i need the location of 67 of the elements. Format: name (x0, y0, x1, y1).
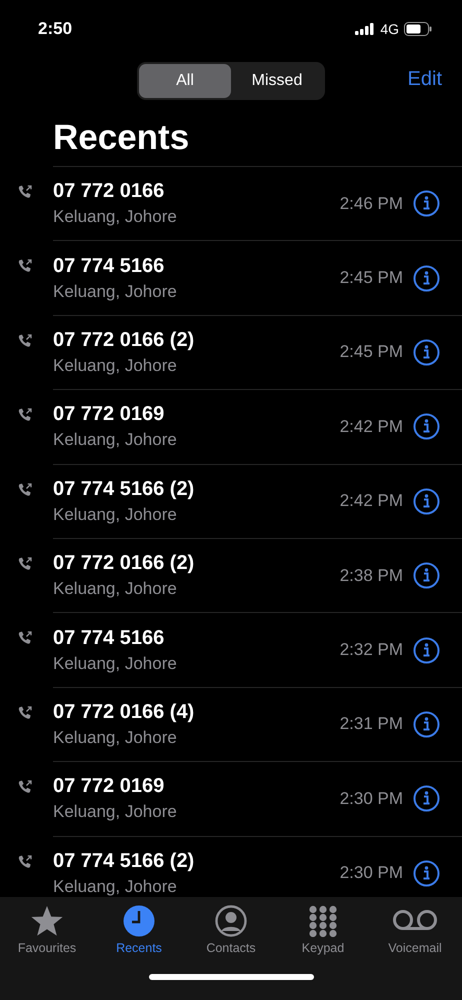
call-time: 2:30 PM (340, 863, 403, 884)
page-title: Recents (53, 117, 190, 159)
filter-tab[interactable]: Missed (231, 64, 323, 98)
clock-icon (123, 905, 155, 937)
call-time: 2:30 PM (340, 788, 403, 809)
star-icon (30, 905, 64, 937)
call-location: Keluang, Johore (53, 356, 178, 376)
tab-bar-item[interactable]: Recents (94, 905, 184, 955)
outgoing-call-icon (17, 630, 33, 646)
call-location: Keluang, Johore (53, 654, 178, 674)
edit-button[interactable]: Edit (406, 66, 444, 93)
tab-bar-item[interactable]: Voicemail (370, 905, 460, 955)
call-time: 2:31 PM (340, 714, 403, 734)
contact-icon (215, 905, 247, 937)
phone-number: 07 772 0169 (53, 775, 166, 798)
phone-number: 07 772 0166 (2) (53, 552, 196, 576)
call-time: 2:46 PM (340, 194, 403, 214)
phone-number: 07 772 0166 (2) (53, 328, 196, 352)
tab-bar-item[interactable]: Favourites (2, 905, 92, 955)
outgoing-call-icon (17, 854, 33, 870)
info-icon[interactable] (413, 562, 440, 590)
call-time: 2:45 PM (340, 342, 403, 362)
phone-number: 07 772 0166 (4) (53, 700, 196, 724)
outgoing-call-icon (17, 556, 33, 572)
call-location: Keluang, Johore (53, 802, 178, 822)
phone-number: 07 772 0169 (53, 403, 166, 426)
call-time: 2:42 PM (340, 491, 403, 512)
info-icon[interactable] (413, 190, 440, 218)
call-time: 2:45 PM (340, 268, 403, 288)
phone-number: 07 774 5166 (53, 626, 166, 650)
outgoing-call-icon (17, 407, 33, 424)
call-time: 2:42 PM (340, 416, 403, 437)
battery-icon (404, 22, 432, 36)
outgoing-call-icon (17, 332, 33, 349)
call-location: Keluang, Johore (53, 728, 178, 748)
info-icon[interactable] (413, 413, 440, 440)
info-icon[interactable] (413, 488, 440, 515)
filter-tab[interactable]: All (139, 64, 231, 98)
call-location: Keluang, Johore (53, 504, 178, 525)
outgoing-call-icon (17, 184, 33, 200)
info-icon[interactable] (413, 785, 440, 812)
call-location: Keluang, Johore (53, 430, 178, 450)
outgoing-call-icon (17, 704, 33, 721)
outgoing-call-icon (17, 779, 33, 796)
info-icon[interactable] (413, 264, 440, 292)
call-location: Keluang, Johore (53, 207, 178, 228)
phone-number: 07 774 5166 (2) (53, 478, 196, 501)
info-icon[interactable] (413, 338, 440, 366)
call-location: Keluang, Johore (53, 579, 178, 600)
tab-bar-item[interactable]: Contacts (186, 905, 276, 955)
call-location: Keluang, Johore (53, 876, 178, 897)
status-time: 2:50 (38, 19, 72, 39)
tab-bar-item[interactable]: Keypad (278, 905, 368, 955)
info-icon[interactable] (413, 860, 440, 887)
phone-number: 07 774 5166 (2) (53, 850, 196, 873)
info-icon[interactable] (413, 710, 440, 738)
call-location: Keluang, Johore (53, 282, 178, 302)
outgoing-call-icon (17, 482, 33, 498)
keypad-icon (307, 905, 339, 937)
call-time: 2:38 PM (340, 566, 403, 586)
signal-icon (355, 23, 376, 35)
outgoing-call-icon (17, 258, 33, 274)
phone-number: 07 772 0166 (53, 180, 166, 204)
phone-number: 07 774 5166 (53, 254, 166, 278)
network-label: 4G (380, 21, 399, 37)
call-time: 2:32 PM (340, 640, 403, 660)
info-icon[interactable] (413, 636, 440, 664)
